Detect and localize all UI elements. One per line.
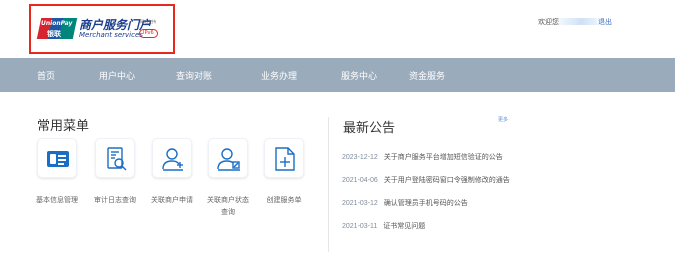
- logout-link[interactable]: 退出: [598, 17, 612, 27]
- section-divider: [328, 117, 329, 252]
- announcements-title: 最新公告: [343, 121, 396, 136]
- menu-item-create-ticket[interactable]: [264, 138, 304, 178]
- notice-date: 2021-03-11: [342, 223, 378, 230]
- menu-item-link-merchant-status[interactable]: [208, 138, 248, 178]
- add-user-icon: [162, 148, 183, 171]
- menu-label-audit-log[interactable]: 审计日志查询: [91, 194, 139, 206]
- notice-item[interactable]: 2021-03-11 证书常见问题: [342, 221, 425, 231]
- menu-label-create-ticket[interactable]: 创建服务单: [260, 194, 308, 206]
- ipv6-badge: IPv6: [139, 29, 158, 38]
- nav-item-user-center[interactable]: 用户中心: [99, 69, 135, 82]
- menu-label-link-merchant-status[interactable]: 关联商户状态查询: [204, 194, 252, 218]
- nav-item-fund-service[interactable]: 资金服务: [409, 69, 445, 82]
- header: UnionPay 银联 商户服务门户 Merchant services 网站支…: [0, 0, 675, 56]
- notice-title[interactable]: 关于商户服务平台增加短信验证的公告: [384, 153, 503, 161]
- nav-item-home[interactable]: 首页: [37, 69, 55, 82]
- nav-item-service-center[interactable]: 服务中心: [341, 69, 377, 82]
- notice-title[interactable]: 关于用户登陆密码窗口令强制修改的通告: [384, 176, 510, 184]
- nav-item-query-reconcile[interactable]: 查询对账: [176, 69, 212, 82]
- document-search-icon: [107, 147, 127, 171]
- nav-item-business[interactable]: 业务办理: [261, 69, 297, 82]
- notice-title[interactable]: 确认管理员手机号码的公告: [384, 199, 468, 207]
- more-link[interactable]: 更多: [498, 116, 508, 123]
- new-document-icon: [275, 147, 295, 171]
- menu-label-link-merchant-apply[interactable]: 关联商户申请: [148, 194, 196, 206]
- brand-logo[interactable]: UnionPay 银联 商户服务门户 Merchant services 网站支…: [29, 4, 175, 54]
- notice-item[interactable]: 2023-12-12 关于商户服务平台增加短信验证的公告: [342, 152, 503, 162]
- menu-item-audit-log[interactable]: [95, 138, 135, 178]
- notice-title[interactable]: 证书常见问题: [383, 222, 425, 230]
- main-nav: 首页 用户中心 查询对账 业务办理 服务中心 资金服务: [0, 58, 675, 92]
- menu-item-link-merchant-apply[interactable]: [152, 138, 192, 178]
- menu-label-basic-info[interactable]: 基本信息管理: [33, 194, 81, 206]
- portal-subtitle: Merchant services: [79, 31, 143, 39]
- notice-date: 2023-12-12: [342, 154, 378, 161]
- unionpay-logo-icon: UnionPay 银联: [36, 18, 78, 39]
- menu-item-basic-info[interactable]: [37, 138, 77, 178]
- notice-date: 2021-03-12: [342, 200, 378, 207]
- common-menu-title: 常用菜单: [37, 119, 90, 134]
- notice-date: 2021-04-06: [342, 177, 378, 184]
- user-edit-icon: [217, 148, 240, 171]
- masked-username: [559, 18, 597, 25]
- notice-item[interactable]: 2021-03-12 确认管理员手机号码的公告: [342, 198, 468, 208]
- site-support-note: 网站支持: [140, 19, 156, 24]
- notice-item[interactable]: 2021-04-06 关于用户登陆密码窗口令强制修改的通告: [342, 175, 510, 185]
- id-card-icon: [47, 151, 69, 167]
